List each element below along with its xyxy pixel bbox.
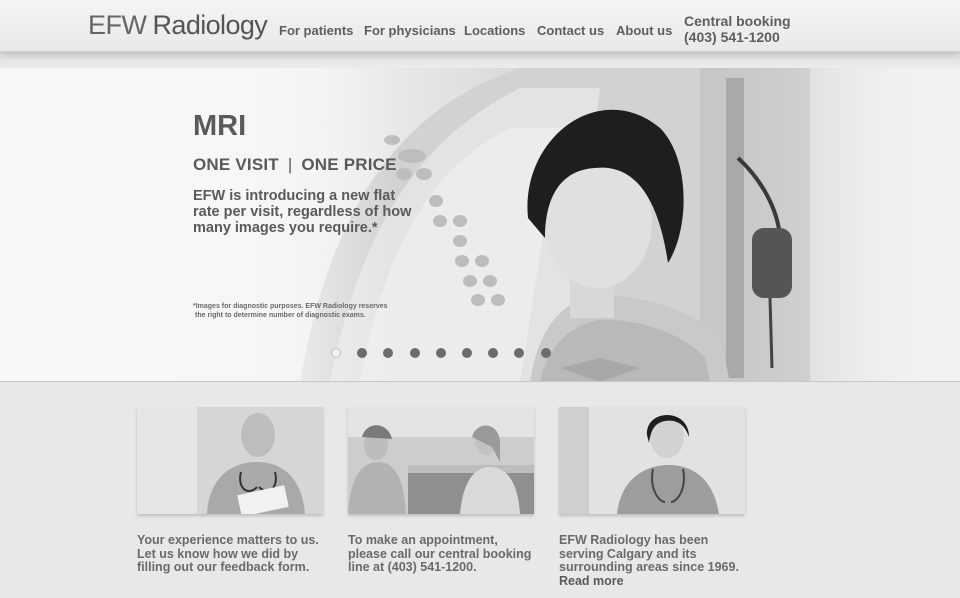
hero-slider: MRI ONE VISIT | ONE PRICE EFW is introdu… xyxy=(0,68,960,382)
slider-dot-3[interactable] xyxy=(383,348,394,358)
slider-dot-8[interactable] xyxy=(514,348,525,358)
slider-dot-1[interactable] xyxy=(331,348,341,358)
nav-for-patients[interactable]: For patients xyxy=(279,23,353,38)
slider-dot-9[interactable] xyxy=(540,348,551,358)
nav-for-physicians[interactable]: For physicians xyxy=(364,23,456,38)
card-feedback-text: Your experience matters to us. Let us kn… xyxy=(137,533,319,574)
slider-dot-7[interactable] xyxy=(488,348,499,358)
card-image-reception[interactable] xyxy=(348,407,534,514)
hero-title: MRI xyxy=(193,110,247,142)
footnote-line-2: the right to determine number of diagnos… xyxy=(195,312,366,319)
booking-phone[interactable]: (403) 541-1200 xyxy=(684,29,791,45)
subtitle-separator: | xyxy=(287,155,293,174)
slider-dot-5[interactable] xyxy=(435,348,446,358)
footnote-line-1: *Images for diagnostic purposes. EFW Rad… xyxy=(193,303,388,310)
card-appointment-text: To make an appointment, please call our … xyxy=(348,533,532,574)
nav-contact-us[interactable]: Contact us xyxy=(537,23,604,38)
slider-dot-2[interactable] xyxy=(357,348,368,358)
hero-subtitle: ONE VISIT | ONE PRICE xyxy=(193,155,397,175)
logo-word: Radiology xyxy=(152,10,268,40)
logo[interactable]: EFW Radiology xyxy=(88,10,268,44)
site-header: EFW Radiology For patients For physician… xyxy=(0,0,960,52)
central-booking: Central booking (403) 541-1200 xyxy=(684,13,791,45)
card-image-doctor[interactable] xyxy=(137,407,323,514)
slider-pagination xyxy=(331,348,561,360)
slider-dot-6[interactable] xyxy=(462,348,472,358)
card-text: Your experience matters to us. Let us kn… xyxy=(137,533,323,575)
card-about-text: EFW Radiology has been serving Calgary a… xyxy=(559,533,739,574)
card-feedback[interactable]: Your experience matters to us. Let us kn… xyxy=(137,407,323,575)
card-appointment[interactable]: To make an appointment, please call our … xyxy=(348,407,534,575)
booking-label: Central booking xyxy=(684,13,791,29)
subtitle-left: ONE VISIT xyxy=(193,155,279,174)
read-more-link[interactable]: Read more xyxy=(559,574,745,589)
card-text: To make an appointment, please call our … xyxy=(348,533,534,575)
hero-body: EFW is introducing a new flat rate per v… xyxy=(193,188,412,236)
card-text: EFW Radiology has been serving Calgary a… xyxy=(559,533,745,589)
card-image-technician[interactable] xyxy=(559,407,745,514)
nav-locations[interactable]: Locations xyxy=(464,23,525,38)
header-strip xyxy=(0,52,960,68)
hero-photo xyxy=(0,68,960,381)
subtitle-right: ONE PRICE xyxy=(301,155,397,174)
nav-about-us[interactable]: About us xyxy=(616,23,672,38)
card-about[interactable]: EFW Radiology has been serving Calgary a… xyxy=(559,407,745,588)
feature-cards: Your experience matters to us. Let us kn… xyxy=(0,383,960,598)
logo-mark: EFW xyxy=(88,10,147,40)
slider-dot-4[interactable] xyxy=(409,348,420,358)
hero-footnote: *Images for diagnostic purposes. EFW Rad… xyxy=(193,302,413,320)
